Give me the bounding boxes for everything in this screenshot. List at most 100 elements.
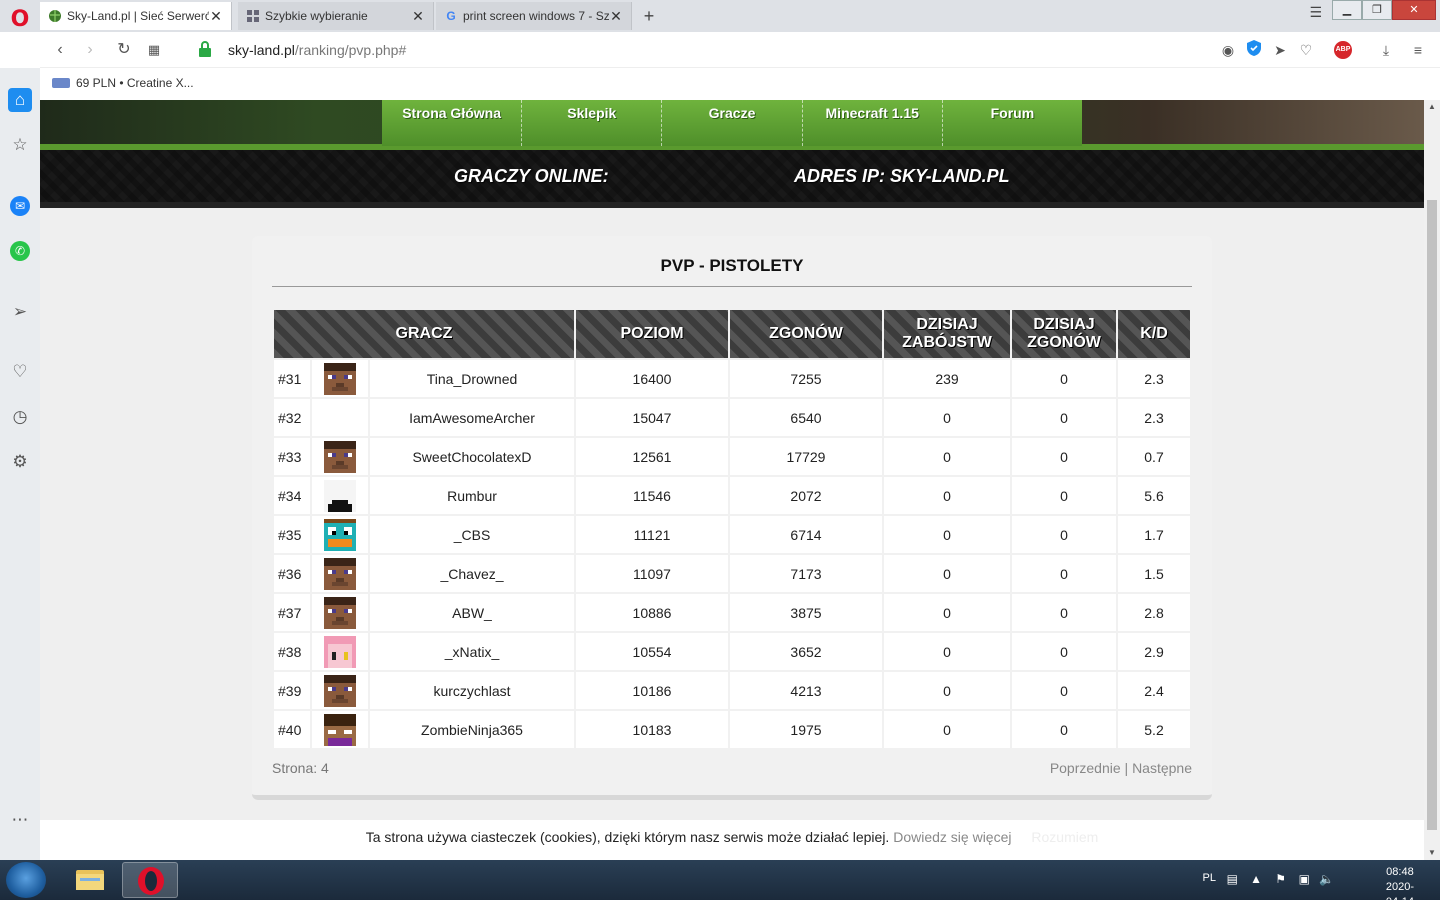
- history-icon[interactable]: ◷: [8, 405, 32, 429]
- send-icon[interactable]: ➤: [1270, 40, 1290, 60]
- cell-avatar: [310, 436, 370, 477]
- cell-level: 11121: [574, 514, 730, 555]
- restore-icon[interactable]: ❐: [1362, 0, 1392, 20]
- window-close-icon[interactable]: ✕: [1392, 0, 1436, 20]
- windows-start-icon[interactable]: [6, 862, 46, 898]
- page-scrollbar[interactable]: ▲ ▼: [1424, 100, 1440, 860]
- url-host: sky-land.pl: [228, 42, 295, 58]
- table-row[interactable]: #33 SweetChocolatexD 12561 17729 0 0 0.7: [272, 436, 1192, 477]
- cell-player-name[interactable]: Tina_Drowned: [368, 358, 576, 399]
- cell-player-name[interactable]: _xNatix_: [368, 631, 576, 672]
- cookie-learn-more-link[interactable]: Dowiedz się więcej: [893, 829, 1011, 845]
- more-icon[interactable]: ⋯: [8, 808, 32, 832]
- cell-kd: 2.9: [1116, 631, 1192, 672]
- prev-page-link[interactable]: Poprzednie: [1050, 760, 1121, 776]
- close-tab-icon[interactable]: ✕: [209, 8, 223, 25]
- cookie-accept-button[interactable]: Rozumiem: [1031, 829, 1098, 845]
- menu-item-home[interactable]: Strona Główna: [382, 100, 523, 146]
- bookmark-item[interactable]: 69 PLN • Creatine X...: [52, 76, 194, 90]
- table-row[interactable]: #31 Tina_Drowned 16400 7255 239 0 2.3: [272, 358, 1192, 399]
- cell-today-kills: 0: [882, 553, 1012, 594]
- cell-level: 10186: [574, 670, 730, 711]
- cell-level: 10183: [574, 709, 730, 750]
- easy-setup-icon[interactable]: ≡: [1408, 40, 1428, 60]
- speed-dial-icon[interactable]: ▦: [144, 40, 164, 60]
- close-tab-icon[interactable]: ✕: [411, 8, 425, 25]
- menu-item-minecraft[interactable]: Minecraft 1.15: [803, 100, 943, 146]
- tab-menu-icon[interactable]: ☰: [1309, 4, 1322, 21]
- download-icon[interactable]: ⤓: [1376, 40, 1396, 60]
- minimize-icon[interactable]: ▁: [1332, 0, 1362, 20]
- cell-player-name[interactable]: _CBS: [368, 514, 576, 555]
- cell-today-kills: 0: [882, 397, 1012, 438]
- header-deaths[interactable]: ZGONÓW: [728, 308, 884, 360]
- tab-speed-dial[interactable]: Szybkie wybieranie ✕: [238, 2, 434, 30]
- header-today-deaths[interactable]: DZISIAJ ZGONÓW: [1010, 308, 1118, 360]
- table-row[interactable]: #36 _Chavez_ 11097 7173 0 0 1.5: [272, 553, 1192, 594]
- next-page-link[interactable]: Następne: [1132, 760, 1192, 776]
- cell-player-name[interactable]: _Chavez_: [368, 553, 576, 594]
- scroll-up-icon[interactable]: ▲: [1424, 100, 1440, 114]
- cell-player-name[interactable]: kurczychlast: [368, 670, 576, 711]
- tab-strip: O Sky-Land.pl | Sieć Serwerów ✕ Szybkie …: [0, 0, 1440, 32]
- table-row[interactable]: #39 kurczychlast 10186 4213 0 0 2.4: [272, 670, 1192, 711]
- cell-player-name[interactable]: ABW_: [368, 592, 576, 633]
- show-hidden-icon[interactable]: ▲: [1250, 872, 1262, 886]
- table-row[interactable]: #40 ZombieNinja365 10183 1975 0 0 5.2: [272, 709, 1192, 750]
- scroll-thumb[interactable]: [1427, 200, 1437, 830]
- cell-player-name[interactable]: IamAwesomeArcher: [368, 397, 576, 438]
- header-level[interactable]: POZIOM: [574, 308, 730, 360]
- opera-menu-icon[interactable]: O: [6, 6, 34, 34]
- new-tab-icon[interactable]: +: [640, 6, 658, 27]
- cell-rank: #34: [272, 475, 312, 516]
- table-row[interactable]: #34 Rumbur 11546 2072 0 0 5.6: [272, 475, 1192, 516]
- header-player[interactable]: GRACZ: [272, 308, 576, 360]
- camera-icon[interactable]: ◉: [1218, 40, 1238, 60]
- clock[interactable]: 08:48 2020-04-14: [1386, 865, 1414, 900]
- cell-player-name[interactable]: Rumbur: [368, 475, 576, 516]
- back-icon[interactable]: ‹: [50, 40, 70, 60]
- network-icon[interactable]: ▣: [1299, 872, 1310, 886]
- menu-item-forum[interactable]: Forum: [943, 100, 1082, 146]
- header-today-kills[interactable]: DZISIAJ ZABÓJSTW: [882, 308, 1012, 360]
- header-kd[interactable]: K/D: [1116, 308, 1192, 360]
- star-icon[interactable]: ☆: [8, 133, 32, 157]
- home-icon[interactable]: ⌂: [8, 88, 32, 112]
- table-row[interactable]: #32 IamAwesomeArcher 15047 6540 0 0 2.3: [272, 397, 1192, 438]
- cell-player-name[interactable]: SweetChocolatexD: [368, 436, 576, 477]
- tab-sky-land[interactable]: Sky-Land.pl | Sieć Serwerów ✕: [40, 2, 232, 30]
- shield-icon[interactable]: [1244, 40, 1264, 60]
- reload-icon[interactable]: ↻: [114, 40, 134, 60]
- clock-time: 08:48: [1386, 866, 1414, 878]
- flow-icon[interactable]: ➢: [8, 300, 32, 324]
- forward-icon[interactable]: ›: [80, 40, 100, 60]
- opera-sidebar: ⌂ ☆ ✉ ✆ ➢ ♡ ◷ ⚙ ⋯: [0, 68, 40, 860]
- volume-icon[interactable]: 🔈: [1319, 872, 1334, 886]
- adblock-icon[interactable]: ABP: [1334, 41, 1352, 59]
- heart-icon[interactable]: ♡: [8, 360, 32, 384]
- page-viewport: Strona Główna Sklepik Gracze Minecraft 1…: [40, 100, 1424, 860]
- opera-taskbar-icon[interactable]: [122, 862, 178, 898]
- table-row[interactable]: #35 _CBS 11121 6714 0 0 1.7: [272, 514, 1192, 555]
- keyboard-icon[interactable]: ▤: [1227, 872, 1238, 886]
- flag-icon[interactable]: ⚑: [1275, 872, 1286, 886]
- file-explorer-icon[interactable]: [62, 862, 118, 898]
- players-online-label: GRACZY ONLINE:: [454, 166, 609, 186]
- cell-today-deaths: 0: [1010, 592, 1118, 633]
- menu-item-shop[interactable]: Sklepik: [522, 100, 663, 146]
- table-row[interactable]: #37 ABW_ 10886 3875 0 0 2.8: [272, 592, 1192, 633]
- table-row[interactable]: #38 _xNatix_ 10554 3652 0 0 2.9: [272, 631, 1192, 672]
- heart-icon[interactable]: ♡: [1296, 40, 1316, 60]
- url-field[interactable]: sky-land.pl/ranking/pvp.php#: [228, 42, 406, 58]
- menu-item-players[interactable]: Gracze: [662, 100, 803, 146]
- messenger-icon[interactable]: ✉: [10, 196, 30, 216]
- cell-today-deaths: 0: [1010, 709, 1118, 750]
- settings-icon[interactable]: ⚙: [8, 450, 32, 474]
- cell-player-name[interactable]: ZombieNinja365: [368, 709, 576, 750]
- close-tab-icon[interactable]: ✕: [609, 8, 623, 25]
- language-indicator[interactable]: PL: [1203, 872, 1216, 884]
- whatsapp-icon[interactable]: ✆: [10, 241, 30, 261]
- cell-deaths: 7255: [728, 358, 884, 399]
- tab-google-search[interactable]: G print screen windows 7 - Sz ✕: [436, 2, 632, 30]
- scroll-down-icon[interactable]: ▼: [1424, 846, 1440, 860]
